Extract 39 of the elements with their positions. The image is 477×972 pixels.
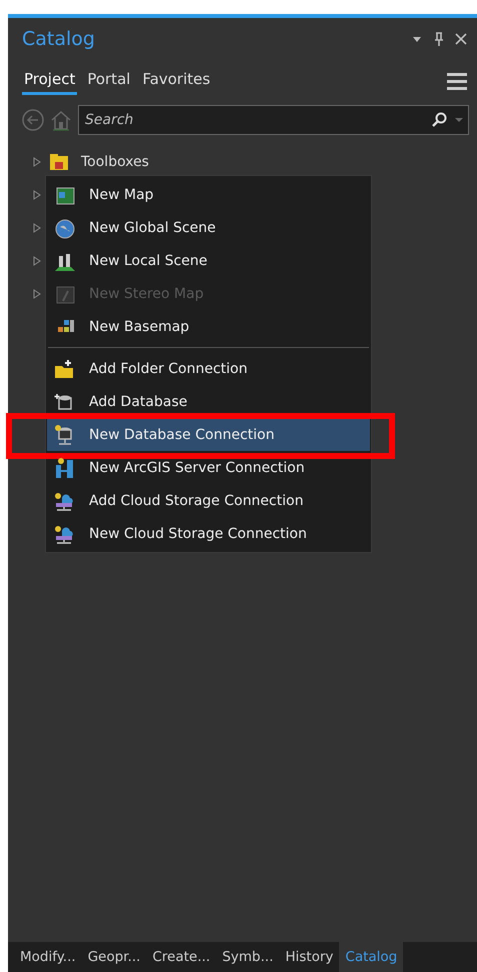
menu-item[interactable]: New Local Scene <box>47 244 370 277</box>
pin-icon[interactable] <box>433 32 445 46</box>
menu-item[interactable]: New Database Connection <box>47 418 370 451</box>
expander-icon[interactable] <box>33 156 41 166</box>
expander-icon[interactable] <box>33 190 41 200</box>
tree-item-label[interactable]: Toolboxes <box>81 154 149 170</box>
folder-icon <box>53 358 75 380</box>
search-field[interactable]: Search <box>78 105 469 135</box>
tab[interactable]: Geopr... <box>82 942 146 972</box>
menu-icon[interactable] <box>447 72 467 90</box>
menu-item[interactable]: New Map <box>47 178 370 211</box>
tab[interactable]: Create... <box>146 942 216 972</box>
back-icon[interactable] <box>22 109 44 131</box>
menu-item[interactable]: New Cloud Storage Connection <box>47 517 370 550</box>
home-icon[interactable] <box>50 109 72 131</box>
pane-title: Catalog <box>22 28 95 50</box>
menu-item[interactable]: Add Folder Connection <box>47 352 370 385</box>
menu-item[interactable]: New Global Scene <box>47 211 370 244</box>
tab[interactable]: Portal <box>85 66 132 95</box>
globe-icon <box>53 216 75 238</box>
tab[interactable]: History <box>279 942 340 972</box>
expander-icon[interactable] <box>33 256 41 266</box>
expander-icon[interactable] <box>33 222 41 232</box>
menu-item[interactable]: Add Database <box>47 385 370 418</box>
menu-item[interactable]: Add Cloud Storage Connection <box>47 484 370 517</box>
search-icon[interactable] <box>431 112 447 128</box>
server-icon <box>53 456 75 478</box>
menu-item[interactable]: New Basemap <box>47 310 370 343</box>
tab[interactable]: Favorites <box>140 66 212 95</box>
tab[interactable]: Catalog <box>339 942 404 972</box>
tab[interactable]: Modify... <box>14 942 82 972</box>
tab[interactable]: Symb... <box>216 942 280 972</box>
database-icon <box>53 424 75 446</box>
dropdown-icon[interactable] <box>455 117 463 123</box>
toolbox-icon <box>49 152 69 170</box>
expander-icon[interactable] <box>33 288 41 298</box>
menu-item[interactable]: New ArcGIS Server Connection <box>47 451 370 484</box>
close-icon[interactable] <box>455 33 467 45</box>
tab[interactable]: Project <box>22 66 78 95</box>
